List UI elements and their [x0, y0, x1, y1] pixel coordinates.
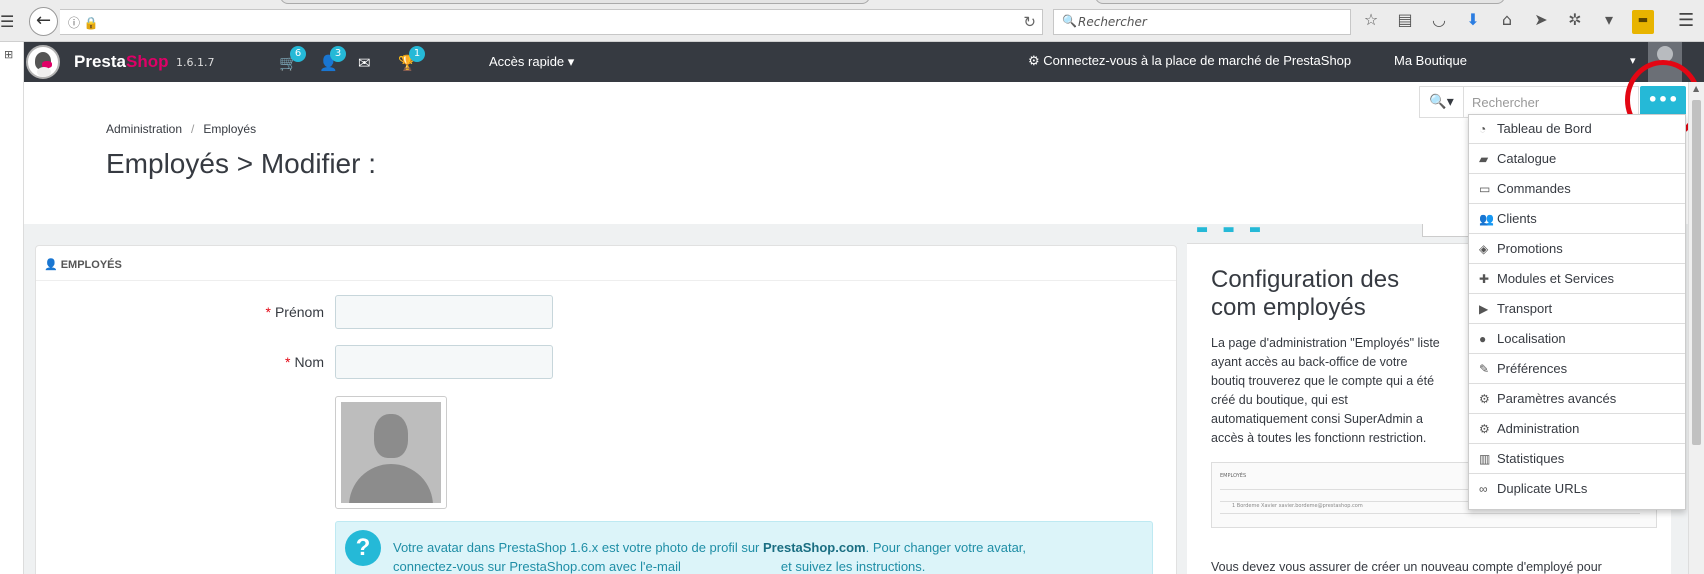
list-icon[interactable]: ▬	[1196, 222, 1208, 237]
brand-name[interactable]: PrestaShop	[74, 52, 168, 72]
credit-card-icon: ▭	[1479, 182, 1491, 196]
employee-avatar-image[interactable]	[335, 396, 447, 509]
extension-icon[interactable]: ✲	[1564, 10, 1586, 34]
breadcrumb-item[interactable]: Administration	[106, 122, 182, 136]
search-icon: 🔍	[1062, 14, 1077, 28]
address-bar[interactable]: ⓘ 🔒 ↻	[60, 9, 1043, 35]
puzzle-icon: ⚙	[1028, 53, 1040, 68]
globe-icon: ●	[1479, 332, 1487, 346]
menu-item-advanced-parameters[interactable]: ⚙ Paramètres avancés	[1469, 385, 1685, 414]
page-title: Employés > Modifier :	[106, 148, 376, 179]
menu-item-catalog[interactable]: ▰ Catalogue	[1469, 145, 1685, 174]
book-icon: ▰	[1479, 152, 1489, 166]
hamburger-menu-icon[interactable]: ☰	[1678, 10, 1694, 31]
page-scrollbar[interactable]: ▲	[1688, 82, 1704, 574]
prestashop-logo[interactable]	[26, 45, 60, 79]
menu-item-dashboard[interactable]: ◔ Tableau de Bord	[1469, 115, 1685, 144]
puzzle-icon: ✚	[1479, 272, 1490, 286]
overflow-caret-icon[interactable]: ▾	[1598, 10, 1620, 34]
note-icon[interactable]: ▬	[1632, 10, 1654, 34]
quick-access-menu[interactable]: Accès rapide ▾	[489, 54, 574, 70]
question-icon: ?	[345, 530, 381, 566]
avatar-info-alert: ? Votre avatar dans PrestaShop 1.6.x est…	[335, 521, 1153, 574]
menu-item-statistics[interactable]: ▥ Statistiques	[1469, 445, 1685, 474]
firstname-label: * Prénom	[265, 304, 324, 320]
messages-notification[interactable]: ✉	[358, 54, 371, 72]
shop-link[interactable]: Ma Boutique	[1394, 53, 1467, 68]
cog-icon: ⚙	[1479, 422, 1490, 436]
lastname-label: * Nom	[284, 354, 324, 370]
orders-badge: 6	[290, 46, 306, 62]
menu-item-localization[interactable]: ● Localisation	[1469, 325, 1685, 354]
breadcrumb: Administration / Employés	[106, 122, 257, 136]
menu-item-administration[interactable]: ⚙ Administration	[1469, 415, 1685, 444]
browser-tools: ☆ ▤ ◡ ⬇ ⌂ ➤ ✲ ▾ ▬	[1360, 10, 1654, 34]
home-icon[interactable]: ⌂	[1496, 10, 1518, 34]
bar-chart-icon: ▥	[1479, 452, 1491, 466]
help-body: La page d'administration "Employés" list…	[1211, 336, 1440, 445]
left-gutter: ⊞	[0, 42, 24, 574]
menu-item-modules[interactable]: ✚ Modules et Services	[1469, 265, 1685, 294]
site-info-icon[interactable]: ⓘ 🔒	[68, 14, 99, 31]
customers-badge: 3	[330, 46, 346, 62]
trophy-notification[interactable]: 🏆 1	[398, 46, 425, 72]
firstname-input[interactable]	[335, 295, 553, 329]
lastname-input[interactable]	[335, 345, 553, 379]
scroll-up-icon[interactable]: ▲	[1693, 84, 1699, 93]
help-footer-text: Vous devez vous assurer de créer un nouv…	[1211, 560, 1602, 574]
help-title: Configuration des com employés	[1211, 266, 1400, 321]
help-search-field[interactable]	[1422, 224, 1472, 237]
check-icon[interactable]: ▬	[1249, 222, 1261, 237]
linkedin-icon[interactable]: ▬	[1222, 222, 1234, 237]
prestashop-link[interactable]: PrestaShop.com	[763, 540, 866, 555]
pocket-icon[interactable]: ◡	[1428, 10, 1450, 34]
wrench-icon: ✎	[1479, 362, 1490, 376]
search-type-button[interactable]: 🔍▾	[1419, 86, 1463, 118]
panel-heading: 👤 EMPLOYÉS	[44, 259, 122, 271]
browser-search-placeholder: Rechercher	[1078, 15, 1147, 29]
sidebar-toggle-icon[interactable]: ⊞	[4, 48, 13, 61]
browser-tab[interactable]	[280, 0, 870, 4]
browser-search-box[interactable]: 🔍 Rechercher	[1053, 9, 1351, 35]
avatar-info-text: Votre avatar dans PrestaShop 1.6.x est v…	[393, 540, 1027, 574]
reading-list-icon[interactable]: ▤	[1394, 10, 1416, 34]
search-icon: 🔍	[1429, 94, 1447, 110]
sidebar-menu-icon[interactable]: ☰	[0, 12, 14, 31]
arrow-left-icon: ←	[35, 10, 52, 31]
link-icon: ∞	[1479, 482, 1488, 496]
tags-icon: ◈	[1479, 242, 1489, 256]
prestashop-header: PrestaShop 1.6.1.7 🛒 6 👤 3 ✉ 🏆 1 Accès r…	[24, 42, 1704, 82]
menu-item-duplicate-urls[interactable]: ∞ Duplicate URLs	[1469, 475, 1685, 504]
menu-item-orders[interactable]: ▭ Commandes	[1469, 175, 1685, 204]
menu-item-customers[interactable]: 👥 Clients	[1469, 205, 1685, 234]
orders-notification[interactable]: 🛒 6	[279, 46, 306, 72]
reload-icon[interactable]: ↻	[1023, 13, 1036, 31]
download-icon[interactable]: ⬇	[1462, 10, 1484, 34]
menu-item-promotions[interactable]: ◈ Promotions	[1469, 235, 1685, 264]
cogs-icon: ⚙	[1479, 392, 1490, 406]
main-menu-dropdown: ◔ Tableau de Bord ▰ Catalogue ▭ Commandes 👥…	[1468, 114, 1686, 510]
version-label: 1.6.1.7	[176, 56, 215, 69]
truck-icon: ▶	[1479, 302, 1489, 316]
browser-tab[interactable]	[1095, 0, 1505, 4]
trophy-badge: 1	[409, 46, 425, 62]
marketplace-link[interactable]: ⚙ Connectez-vous à la place de marché de…	[1028, 53, 1351, 69]
dashboard-icon: ◔	[1479, 122, 1487, 136]
caret-down-icon: ▾	[1446, 94, 1454, 110]
caret-down-icon: ▾	[567, 54, 575, 69]
envelope-icon: ✉	[358, 54, 371, 72]
customers-notification[interactable]: 👤 3	[319, 46, 346, 72]
star-icon[interactable]: ☆	[1360, 10, 1382, 34]
user-icon: 👤	[44, 259, 58, 271]
back-button[interactable]: ←	[29, 7, 58, 36]
menu-item-preferences[interactable]: ✎ Préférences	[1469, 355, 1685, 384]
browser-toolbar: ☰ ← ⓘ 🔒 ↻ 🔍 Rechercher ☆ ▤ ◡ ⬇ ⌂ ➤ ✲ ▾ ▬…	[0, 0, 1704, 42]
scrollbar-thumb[interactable]	[1692, 100, 1701, 445]
menu-item-shipping[interactable]: ▶ Transport	[1469, 295, 1685, 324]
breadcrumb-item[interactable]: Employés	[203, 122, 256, 136]
help-panel-tools: ▬ ▬ ▬	[1196, 222, 1261, 237]
users-icon: 👥	[1479, 212, 1494, 226]
send-icon[interactable]: ➤	[1530, 10, 1552, 34]
employee-menu-caret-icon[interactable]: ▾	[1630, 54, 1636, 67]
